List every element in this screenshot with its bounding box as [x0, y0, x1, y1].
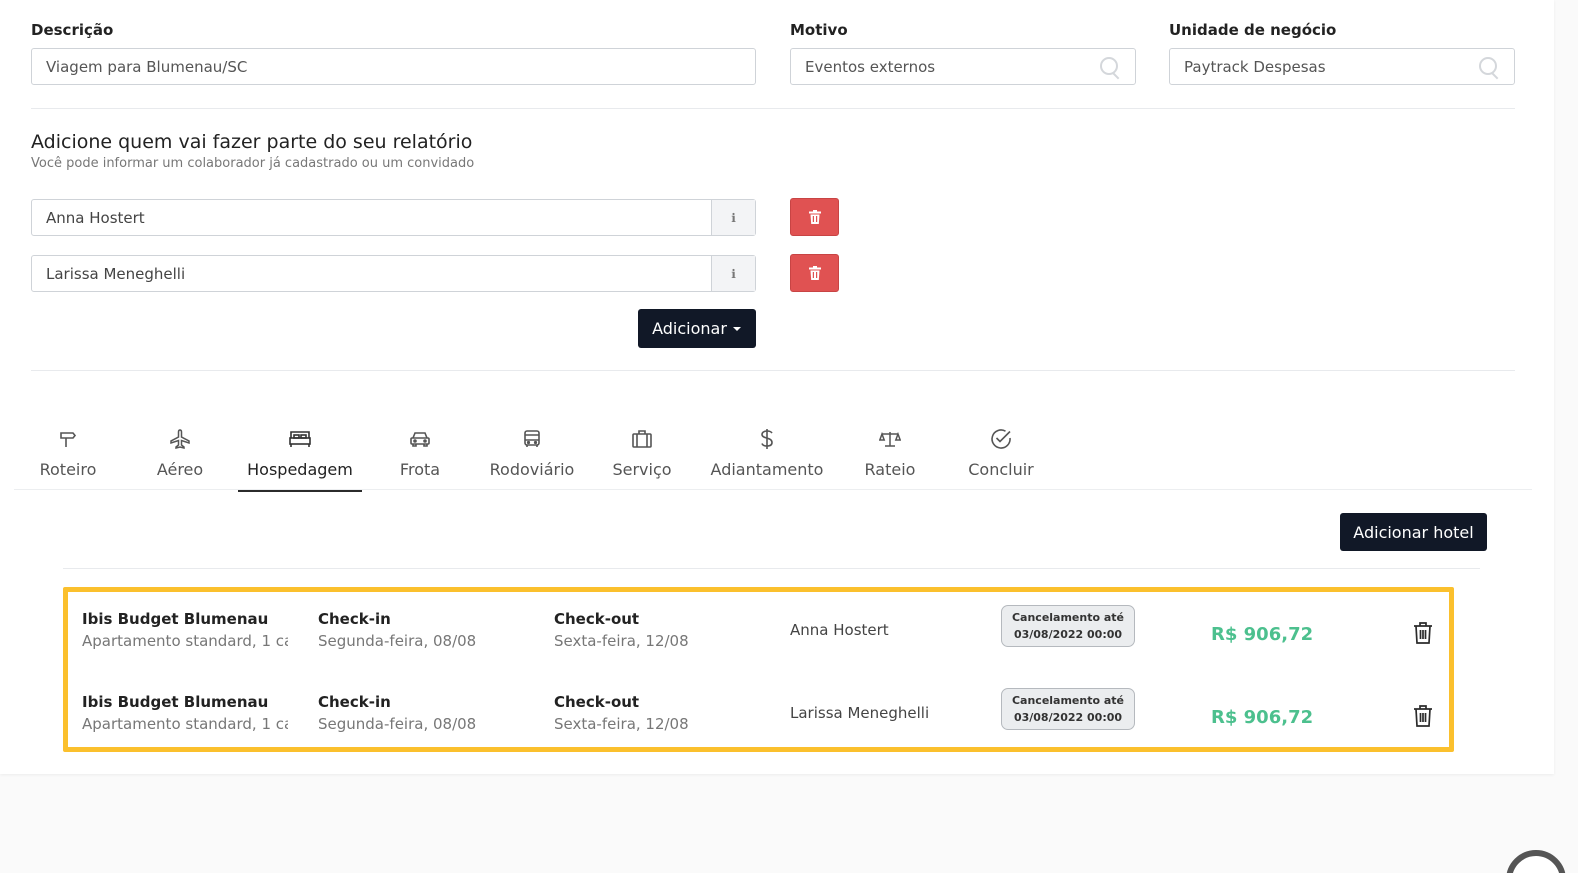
remove-participant-button[interactable] [790, 198, 839, 236]
hotel-row[interactable]: Ibis Budget Blumenau Apartamento standar… [68, 685, 1449, 755]
divider [31, 370, 1515, 371]
dollar-icon [761, 429, 773, 449]
tab-label: Concluir [968, 460, 1034, 479]
signpost-icon [60, 432, 77, 447]
tab-label: Rateio [864, 460, 916, 479]
participant-name: Larissa Meneghelli [46, 264, 186, 283]
search-icon[interactable] [1478, 56, 1500, 78]
unidade-label: Unidade de negócio [1169, 21, 1337, 39]
add-participant-label: Adicionar [652, 319, 727, 338]
motivo-label: Motivo [790, 21, 848, 39]
hotel-row[interactable]: Ibis Budget Blumenau Apartamento standar… [68, 602, 1449, 672]
descricao-label: Descrição [31, 21, 114, 39]
add-hotel-label: Adicionar hotel [1353, 522, 1474, 542]
price: R$ 906,72 [1211, 707, 1314, 728]
plane-icon [170, 429, 190, 449]
help-chat-button[interactable] [1506, 850, 1566, 873]
checkin-date: Segunda-feira, 08/08 [318, 715, 477, 733]
cancellation-badge: Cancelamento até 03/08/2022 00:00 [1001, 688, 1135, 730]
room-type: Apartamento standard, 1 cama de casal [82, 715, 288, 733]
tab-aereo[interactable]: Aéreo [147, 404, 213, 490]
tab-adiantamento[interactable]: Adiantamento [708, 404, 826, 490]
checkout-date: Sexta-feira, 12/08 [554, 632, 689, 650]
hotel-name: Ibis Budget Blumenau [82, 693, 269, 711]
participant-field[interactable]: Anna Hostert ℹ [31, 199, 756, 236]
tab-label: Adiantamento [710, 460, 824, 479]
bed-icon [289, 431, 311, 447]
caret-down-icon [732, 326, 741, 331]
search-icon[interactable] [1099, 56, 1121, 78]
checkin-label: Check-in [318, 610, 391, 628]
report-form-card: Descrição Viagem para Blumenau/SC Motivo… [0, 0, 1554, 774]
motivo-value: Eventos externos [805, 57, 936, 76]
hotel-list: Ibis Budget Blumenau Apartamento standar… [63, 587, 1454, 752]
trash-icon [808, 210, 821, 224]
trash-icon [808, 266, 821, 280]
room-type: Apartamento standard, 1 cama de casal [82, 632, 288, 650]
checkin-label: Check-in [318, 693, 391, 711]
price: R$ 906,72 [1211, 624, 1314, 645]
guest-name: Anna Hostert [790, 621, 889, 639]
tab-label: Frota [399, 460, 441, 479]
checkout-date: Sexta-feira, 12/08 [554, 715, 689, 733]
participant-field[interactable]: Larissa Meneghelli ℹ [31, 255, 756, 292]
add-participant-button[interactable]: Adicionar [638, 309, 756, 348]
guest-name: Larissa Meneghelli [790, 704, 930, 722]
participants-title: Adicione quem vai fazer parte do seu rel… [31, 131, 473, 153]
participants-subtitle: Você pode informar um colaborador já cad… [31, 156, 475, 171]
add-hotel-button[interactable]: Adicionar hotel [1340, 513, 1487, 551]
tab-label: Aéreo [156, 460, 204, 479]
checkin-date: Segunda-feira, 08/08 [318, 632, 477, 650]
scale-icon [879, 431, 901, 447]
motivo-input[interactable]: Eventos externos [790, 48, 1136, 85]
cancellation-date: 03/08/2022 00:00 [1013, 711, 1123, 724]
bus-icon [524, 430, 540, 447]
trash-icon [1414, 622, 1432, 644]
tab-label: Serviço [612, 460, 672, 479]
participant-name: Anna Hostert [46, 208, 145, 227]
tab-rodoviario[interactable]: Rodoviário [487, 404, 577, 490]
info-icon[interactable]: ℹ [711, 256, 755, 291]
suitcase-icon [632, 430, 652, 448]
info-icon[interactable]: ℹ [711, 200, 755, 235]
section-tabs: Roteiro Aéreo Hospedagem Frota Rodoviári… [14, 404, 1532, 492]
tab-label: Roteiro [39, 460, 97, 479]
descricao-input[interactable]: Viagem para Blumenau/SC [31, 48, 756, 85]
delete-hotel-button[interactable] [1412, 704, 1434, 732]
tab-label: Rodoviário [489, 460, 575, 479]
checkout-label: Check-out [554, 610, 640, 628]
tab-label: Hospedagem [247, 460, 353, 479]
cancellation-badge: Cancelamento até 03/08/2022 00:00 [1001, 605, 1135, 647]
hotel-name: Ibis Budget Blumenau [82, 610, 269, 628]
tab-frota[interactable]: Frota [394, 404, 446, 490]
trash-icon [1414, 705, 1432, 727]
check-circle-icon [991, 429, 1011, 449]
unidade-value: Paytrack Despesas [1184, 57, 1326, 76]
descricao-value: Viagem para Blumenau/SC [46, 57, 248, 76]
checkout-label: Check-out [554, 693, 640, 711]
tab-roteiro[interactable]: Roteiro [31, 404, 105, 490]
unidade-input[interactable]: Paytrack Despesas [1169, 48, 1515, 85]
tab-rateio[interactable]: Rateio [863, 404, 917, 490]
cancellation-label: Cancelamento até [1011, 611, 1125, 624]
delete-hotel-button[interactable] [1412, 621, 1434, 649]
divider [31, 108, 1515, 109]
car-icon [410, 432, 430, 447]
cancellation-date: 03/08/2022 00:00 [1013, 628, 1123, 641]
tab-servico[interactable]: Serviço [612, 404, 672, 490]
tab-hospedagem[interactable]: Hospedagem [238, 404, 362, 492]
remove-participant-button[interactable] [790, 254, 839, 292]
cancellation-label: Cancelamento até [1011, 694, 1125, 707]
tab-concluir[interactable]: Concluir [966, 404, 1036, 490]
divider [63, 568, 1480, 569]
